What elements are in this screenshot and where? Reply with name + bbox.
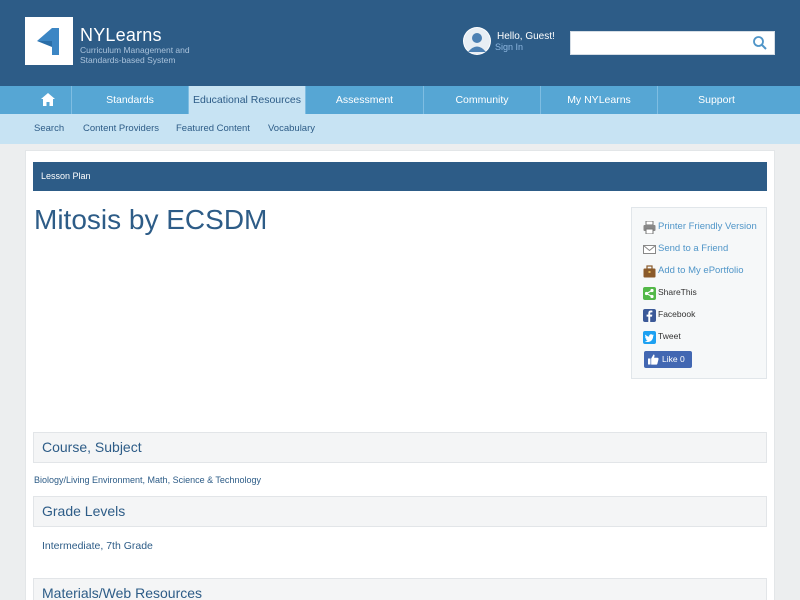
share-icon (643, 287, 656, 300)
subnav-featured-content[interactable]: Featured Content (176, 114, 250, 144)
printer-friendly-label: Printer Friendly Version (658, 221, 757, 232)
twitter-icon (643, 331, 656, 344)
avatar[interactable] (463, 27, 491, 55)
subnav-vocabulary[interactable]: Vocabulary (268, 114, 315, 144)
brand-name: NYLearns (80, 25, 162, 45)
thumbs-up-icon (648, 354, 659, 365)
nav-standards[interactable]: Standards (72, 86, 189, 114)
resource-type-bar: Lesson Plan (33, 162, 767, 191)
course-subject-title: Course, Subject (42, 439, 142, 455)
facebook-label: Facebook (658, 309, 696, 319)
subnav-content-providers[interactable]: Content Providers (83, 114, 159, 144)
envelope-icon (643, 245, 656, 254)
search-icon[interactable] (752, 35, 768, 51)
subnav-search[interactable]: Search (34, 114, 64, 144)
nav-home[interactable] (0, 86, 72, 114)
sign-in-link[interactable]: Sign In (495, 42, 523, 52)
nav-educational-resources[interactable]: Educational Resources (189, 86, 306, 114)
printer-icon (643, 221, 656, 234)
nav-support[interactable]: Support (658, 86, 775, 114)
site-search (570, 31, 775, 55)
search-input[interactable] (575, 34, 750, 52)
user-icon (464, 28, 490, 54)
nav-my-nylearns[interactable]: My NYLearns (541, 86, 658, 114)
site-header: NYLearns Curriculum Management and Stand… (0, 0, 800, 86)
logo-arrow-icon (37, 28, 59, 55)
grade-levels-title: Grade Levels (42, 503, 126, 519)
like-label: Like 0 (662, 354, 685, 364)
grade-levels-header: Grade Levels (33, 496, 767, 527)
facebook-icon (643, 309, 656, 322)
course-subject-value: Biology/Living Environment, Math, Scienc… (34, 475, 261, 485)
sharethis-label: ShareThis (658, 287, 697, 297)
nav-community[interactable]: Community (424, 86, 541, 114)
add-to-eportfolio-label: Add to My ePortfolio (658, 265, 744, 276)
tweet-label: Tweet (658, 331, 681, 341)
materials-web-resources-title: Materials/Web Resources (42, 585, 203, 600)
brand-tagline: Curriculum Management and Standards-base… (80, 45, 190, 65)
page-title: Mitosis by ECSDM (34, 204, 268, 235)
facebook-like-button[interactable]: Like 0 (644, 351, 692, 368)
materials-web-resources-header: Materials/Web Resources (33, 578, 767, 600)
grade-levels-value: Intermediate, 7th Grade (42, 540, 153, 552)
sub-navigation: Search Content Providers Featured Conten… (0, 114, 800, 144)
home-icon (41, 93, 55, 106)
briefcase-icon (643, 265, 656, 278)
nylearns-logo[interactable] (25, 17, 73, 65)
nav-assessment[interactable]: Assessment (306, 86, 424, 114)
share-panel: Printer Friendly Version Send to a Frien… (631, 207, 767, 379)
main-navigation: Standards Educational Resources Assessme… (0, 86, 800, 114)
send-to-friend-label: Send to a Friend (658, 243, 729, 254)
greeting-text: Hello, Guest! (497, 31, 555, 42)
course-subject-header: Course, Subject (33, 432, 767, 463)
